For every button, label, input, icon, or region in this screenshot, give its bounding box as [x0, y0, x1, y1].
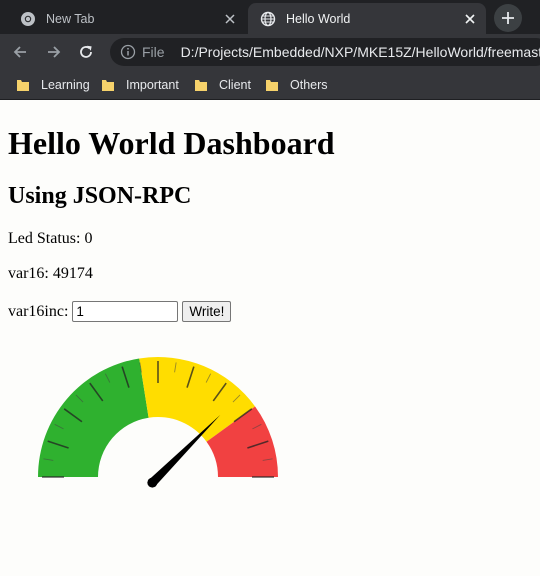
page-subtitle: Using JSON-RPC — [8, 183, 192, 209]
bookmark-important[interactable]: Important — [101, 75, 179, 95]
var16inc-input[interactable] — [72, 301, 179, 322]
url-text[interactable]: D:/Projects/Embedded/NXP/MKE15Z/HelloWor… — [181, 44, 540, 60]
var16inc-line: var16inc: Write! — [8, 301, 232, 322]
tab-new-tab[interactable]: New Tab — [8, 3, 246, 34]
tab-hello-world[interactable]: Hello World — [248, 3, 486, 34]
folder-icon — [194, 77, 210, 93]
browser-toolbar: File D:/Projects/Embedded/NXP/MKE15Z/Hel… — [0, 34, 540, 70]
scheme-label: File — [142, 44, 165, 60]
led-status-label: Led Status: — [8, 230, 81, 247]
address-bar[interactable]: File D:/Projects/Embedded/NXP/MKE15Z/Hel… — [110, 38, 540, 66]
reload-button[interactable] — [74, 40, 98, 64]
bookmark-label: Important — [126, 78, 179, 92]
folder-icon — [16, 77, 32, 93]
page-content: Hello World Dashboard Using JSON-RPC Led… — [0, 101, 540, 576]
folder-icon — [101, 77, 117, 93]
new-tab-button[interactable] — [494, 4, 522, 32]
var16-label: var16: — [8, 265, 49, 282]
globe-icon — [260, 11, 276, 27]
gauge-band-0 — [38, 358, 149, 477]
gauge-needle — [149, 414, 221, 486]
gauge-needle-hub — [147, 477, 158, 488]
bookmark-label: Client — [219, 78, 251, 92]
tab-title: New Tab — [46, 11, 95, 26]
forward-arrow-icon — [48, 46, 61, 58]
folder-icon — [265, 77, 281, 93]
var16inc-label: var16inc: — [8, 302, 69, 320]
var16-value: 49174 — [52, 265, 93, 282]
reload-icon — [80, 45, 92, 58]
bookmark-learning[interactable]: Learning — [16, 75, 90, 95]
chrome-icon — [20, 11, 36, 27]
bookmark-label: Others — [290, 78, 328, 92]
back-button[interactable] — [8, 40, 32, 64]
close-icon[interactable] — [220, 9, 240, 29]
led-status-line: Led Status: 0 — [8, 230, 92, 248]
gauge — [38, 357, 278, 488]
bookmark-label: Learning — [41, 78, 90, 92]
tab-strip: New Tab Hello World — [0, 0, 540, 34]
bookmarks-bar: Learning Important Client Others — [0, 70, 540, 100]
var16-line: var16: 49174 — [8, 265, 93, 283]
bookmark-others[interactable]: Others — [265, 75, 328, 95]
back-arrow-icon — [13, 46, 26, 58]
led-status-value: 0 — [84, 230, 93, 247]
plus-icon — [502, 12, 514, 24]
bookmark-client[interactable]: Client — [194, 75, 251, 95]
write-button[interactable]: Write! — [182, 301, 232, 322]
info-icon[interactable] — [120, 44, 136, 60]
page-title: Hello World Dashboard — [8, 125, 335, 161]
close-icon[interactable] — [460, 9, 480, 29]
forward-button[interactable] — [42, 40, 66, 64]
tab-title: Hello World — [286, 11, 351, 26]
